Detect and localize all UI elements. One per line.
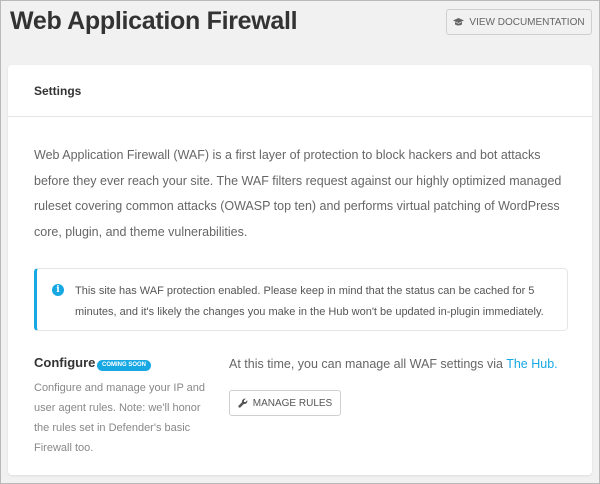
page-title: Web Application Firewall <box>10 7 298 35</box>
hub-text: At this time, you can manage all WAF set… <box>229 357 558 371</box>
manage-rules-button[interactable]: MANAGE RULES <box>229 390 341 416</box>
waf-description: Web Application Firewall (WAF) is a firs… <box>34 148 562 239</box>
card-title: Settings <box>34 83 82 98</box>
card-header: Settings <box>8 65 592 117</box>
configure-title: Configure <box>34 355 96 370</box>
notice-text: This site has WAF protection enabled. Pl… <box>75 285 544 318</box>
wrench-icon <box>238 398 248 408</box>
view-documentation-label: VIEW DOCUMENTATION <box>469 16 585 28</box>
configure-description: Configure and manage your IP and user ag… <box>34 382 206 454</box>
hub-link[interactable]: The Hub. <box>506 357 557 371</box>
page-header: Web Application Firewall VIEW DOCUMENTAT… <box>1 1 599 51</box>
info-notice: i This site has WAF protection enabled. … <box>34 268 568 331</box>
view-documentation-button[interactable]: VIEW DOCUMENTATION <box>446 9 592 35</box>
graduation-cap-icon <box>453 17 465 27</box>
coming-soon-badge: COMING SOON <box>97 360 152 371</box>
info-icon: i <box>52 284 64 296</box>
hub-text-label: At this time, you can manage all WAF set… <box>229 357 507 371</box>
manage-rules-label: MANAGE RULES <box>252 397 333 409</box>
settings-card: Settings Web Application Firewall (WAF) … <box>8 65 592 475</box>
